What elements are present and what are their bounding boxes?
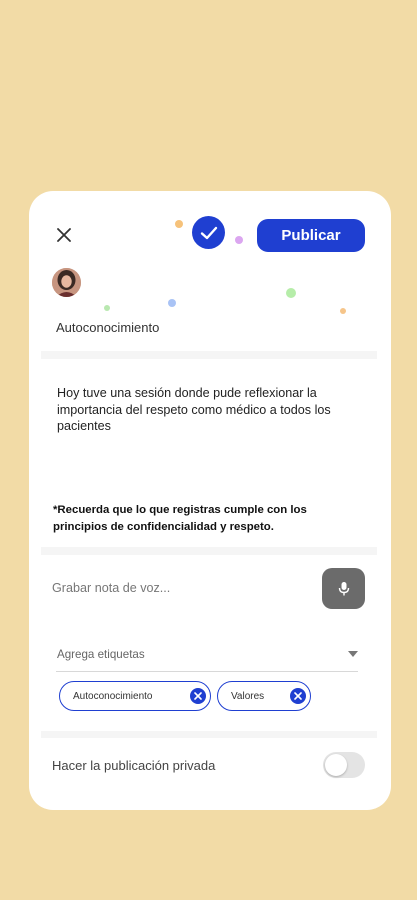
post-category: Autoconocimiento: [56, 320, 160, 335]
record-voice-button[interactable]: [322, 568, 365, 609]
tag-chip-autoconocimiento: Autoconocimiento: [59, 681, 211, 711]
remove-tag-button[interactable]: [290, 688, 306, 704]
voice-note-input[interactable]: [52, 576, 322, 600]
confetti-dot: [104, 305, 110, 311]
divider: [41, 351, 377, 359]
tags-dropdown[interactable]: Agrega etiquetas: [56, 645, 358, 672]
close-icon: [194, 692, 202, 700]
remove-tag-button[interactable]: [190, 688, 206, 704]
checkmark-icon: [200, 226, 217, 239]
tags-dropdown-label: Agrega etiquetas: [57, 648, 145, 661]
tag-chip-label: Valores: [231, 690, 265, 702]
user-photo: [52, 268, 81, 297]
close-icon: [294, 692, 302, 700]
confetti-dot: [175, 220, 183, 228]
confetti-dot: [340, 308, 346, 314]
publish-button[interactable]: Publicar: [257, 219, 365, 252]
toggle-knob: [325, 754, 347, 776]
close-button[interactable]: [55, 226, 73, 244]
success-check: [192, 216, 225, 249]
post-editor-card: Publicar Autoconocimiento Hoy tuve una s…: [29, 191, 391, 810]
private-post-label: Hacer la publicación privada: [52, 758, 216, 773]
microphone-icon: [338, 581, 349, 595]
tag-chip-valores: Valores: [217, 681, 311, 711]
confidentiality-notice: *Recuerda que lo que registras cumple co…: [53, 504, 307, 533]
confetti-dot: [168, 299, 176, 307]
tag-chip-label: Autoconocimiento: [73, 690, 153, 702]
confetti-dot: [286, 288, 296, 298]
avatar: [52, 268, 81, 297]
private-post-toggle[interactable]: [323, 752, 365, 778]
close-icon: [57, 228, 71, 242]
post-text[interactable]: Hoy tuve una sesión donde pude reflexion…: [57, 385, 357, 435]
confetti-dot: [235, 236, 243, 244]
divider: [41, 731, 377, 738]
divider: [41, 547, 377, 555]
chevron-down-icon: [348, 651, 358, 657]
